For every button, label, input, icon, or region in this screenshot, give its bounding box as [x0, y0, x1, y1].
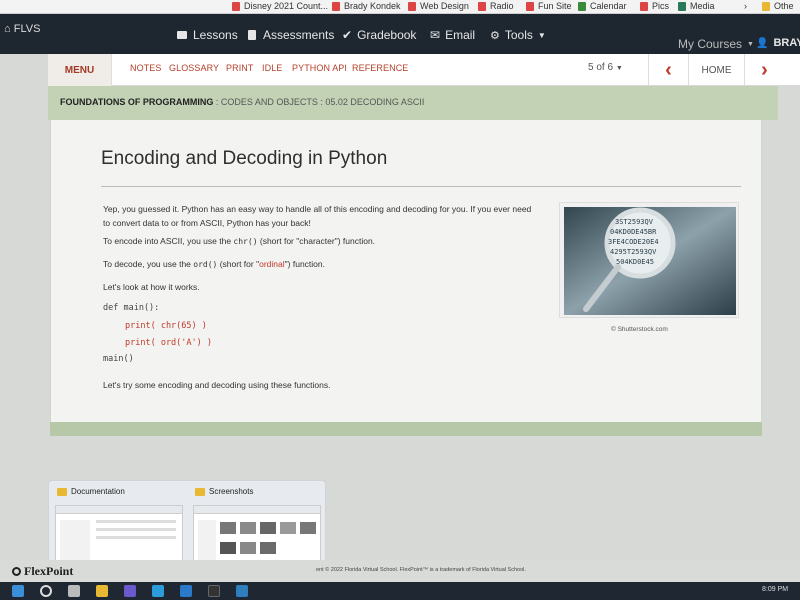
bookmark-item[interactable]: Radio	[478, 1, 514, 11]
code-line: print( chr(65) )	[125, 321, 207, 331]
magnifier-code-image: 3ST2593QV 04KD0DE45BR 3FE4CODE20E4 4295T…	[559, 202, 739, 318]
image-code-line: 504KD0E45	[616, 258, 654, 266]
envelope-icon: ✉	[430, 28, 441, 42]
clock: 8:09 PM	[762, 586, 789, 593]
bookmark-folder[interactable]: Othe	[762, 1, 794, 11]
caret-down-icon: ▼	[747, 40, 754, 48]
checkmark-icon: ✔	[342, 28, 353, 42]
image-code-line: 04KD0DE45BR	[610, 228, 657, 236]
next-page-button[interactable]: ›	[744, 54, 784, 86]
paragraph-encode: To encode into ASCII, you use the chr() …	[103, 236, 376, 246]
paragraph-decode: To decode, you use the ord() (short for …	[103, 259, 325, 269]
chevron-right-icon[interactable]: ›	[744, 1, 747, 11]
lesson-menubar: MENU NOTES GLOSSARY PRINT IDLE PYTHON AP…	[48, 54, 800, 86]
bookmark-item[interactable]: Media	[678, 1, 715, 11]
logo-mark-icon	[12, 567, 21, 576]
bookmark-item[interactable]: Calendar	[578, 1, 627, 11]
nav-tools[interactable]: ⚙ Tools ▼	[490, 28, 546, 42]
menu-link-print[interactable]: PRINT	[226, 63, 254, 73]
image-code-line: 3ST2593QV	[615, 218, 654, 226]
bookmark-item[interactable]: Fun Site	[526, 1, 572, 11]
bookmark-icon	[640, 1, 648, 11]
code-line: print( ord('A') )	[125, 338, 212, 348]
inline-code: chr()	[233, 237, 258, 246]
paragraph-how: Let's look at how it works.	[103, 282, 200, 292]
bookmark-icon	[408, 1, 416, 11]
top-navigation: ⌂ FLVS Lessons Assessments ✔ Gradebook ✉…	[0, 14, 800, 54]
menu-link-glossary[interactable]: GLOSSARY	[169, 63, 219, 73]
bookmark-item[interactable]: Web Design	[408, 1, 469, 11]
chevron-left-icon: ‹	[665, 58, 672, 81]
teams-icon[interactable]	[124, 585, 136, 597]
breadcrumb: FOUNDATIONS OF PROGRAMMING : CODES AND O…	[60, 97, 424, 107]
bookmark-icon	[526, 1, 534, 11]
title-divider	[101, 186, 741, 187]
menu-button[interactable]: MENU	[48, 54, 112, 86]
bookmark-icon	[478, 1, 486, 11]
menu-link-notes[interactable]: NOTES	[130, 63, 162, 73]
code-line: def main():	[103, 303, 160, 313]
home-button[interactable]: HOME	[688, 54, 744, 86]
clipboard-icon	[248, 30, 256, 40]
folder-icon	[195, 487, 205, 496]
bookmarks-bar: Disney 2021 Count... Brady Kondek Web De…	[0, 0, 800, 14]
breadcrumb-path: : CODES AND OBJECTS : 05.02 DECODING ASC…	[215, 97, 425, 107]
image-code-line: 4295T2593QV	[610, 248, 657, 256]
copyright-text: ent © 2022 Florida Virtual School. FlexP…	[316, 567, 526, 573]
my-courses-dropdown[interactable]: My Courses ▼	[678, 37, 754, 51]
page-selector[interactable]: 5 of 6 ▼	[588, 62, 623, 73]
page-footer: FlexPoint ent © 2022 Florida Virtual Sch…	[0, 560, 800, 582]
terminal-icon[interactable]	[208, 585, 220, 597]
bookmark-icon	[232, 1, 240, 11]
edge-icon[interactable]	[152, 585, 164, 597]
windows-taskbar: 8:09 PM	[0, 582, 800, 600]
file-explorer-icon[interactable]	[96, 585, 108, 597]
caret-down-icon: ▼	[615, 65, 623, 72]
calendar-icon	[578, 1, 586, 11]
caret-down-icon: ▼	[537, 30, 546, 40]
card-footer-band	[50, 422, 762, 436]
book-icon	[177, 31, 187, 39]
paragraph-intro: Yep, you guessed it. Python has an easy …	[103, 204, 532, 228]
lesson-content-card: Encoding and Decoding in Python Yep, you…	[50, 120, 762, 432]
flexpoint-logo: FlexPoint	[12, 564, 73, 579]
breadcrumb-course: FOUNDATIONS OF PROGRAMMING	[60, 97, 214, 107]
previous-page-button[interactable]: ‹	[648, 54, 688, 86]
bookmark-item[interactable]: Pics	[640, 1, 669, 11]
store-icon[interactable]	[180, 585, 192, 597]
user-icon: 👤	[756, 37, 769, 49]
task-view-icon[interactable]	[68, 585, 80, 597]
menu-link-python-api[interactable]: PYTHON API	[292, 63, 347, 73]
photos-icon[interactable]	[236, 585, 248, 597]
code-line: main()	[103, 354, 134, 364]
bookmark-item[interactable]: Brady Kondek	[332, 1, 401, 11]
menu-link-reference[interactable]: REFERENCE	[352, 63, 408, 73]
magnifier-image-svg: 3ST2593QV 04KD0DE45BR 3FE4CODE20E4 4295T…	[564, 207, 736, 315]
ordinal-term: ordinal	[259, 259, 285, 269]
image-code-line: 3FE4CODE20E4	[608, 238, 659, 246]
user-menu[interactable]: 👤 BRAYDE	[756, 37, 800, 49]
image-credit: © Shutterstock.com	[611, 326, 668, 333]
brand-link[interactable]: ⌂ FLVS	[4, 23, 40, 35]
folder-icon	[762, 1, 770, 11]
inline-code: ord()	[193, 260, 218, 269]
chevron-right-icon: ›	[761, 58, 768, 81]
page-title: Encoding and Decoding in Python	[101, 148, 388, 169]
breadcrumb-band: FOUNDATIONS OF PROGRAMMING : CODES AND O…	[48, 86, 778, 120]
bookmark-icon	[332, 1, 340, 11]
nav-lessons[interactable]: Lessons	[176, 28, 238, 42]
folder-icon	[57, 487, 67, 496]
bookmark-item[interactable]: Disney 2021 Count...	[232, 1, 328, 11]
media-icon	[678, 1, 686, 11]
start-icon[interactable]	[12, 585, 24, 597]
search-icon[interactable]	[40, 585, 52, 597]
paragraph-try: Let's try some encoding and decoding usi…	[103, 380, 331, 390]
nav-email[interactable]: ✉ Email	[430, 28, 475, 42]
nav-gradebook[interactable]: ✔ Gradebook	[342, 28, 416, 42]
gear-icon: ⚙	[490, 29, 500, 42]
home-icon: ⌂	[4, 23, 11, 35]
menu-link-idle[interactable]: IDLE	[262, 63, 282, 73]
nav-assessments[interactable]: Assessments	[246, 28, 334, 42]
